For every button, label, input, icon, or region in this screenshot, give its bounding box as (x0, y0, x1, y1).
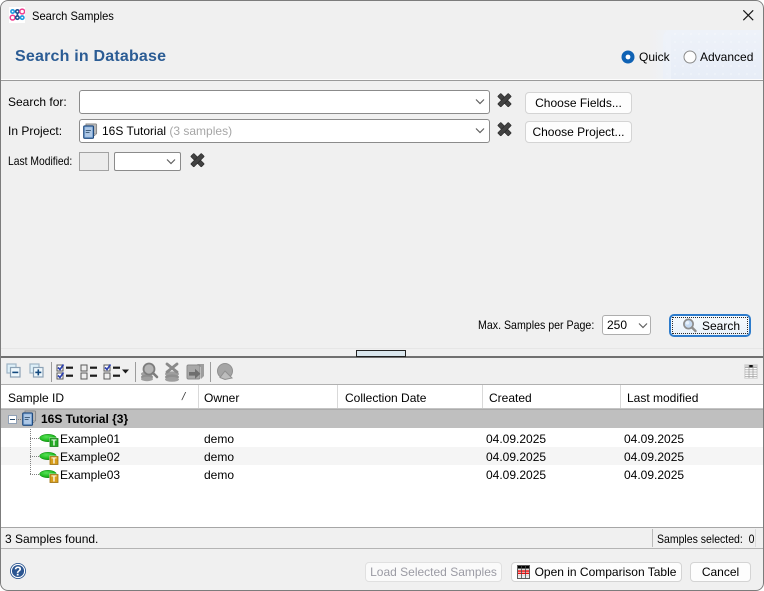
svg-text:T: T (51, 473, 57, 483)
svg-text:T: T (51, 437, 57, 447)
svg-text:?: ? (14, 565, 22, 579)
svg-text:T: T (51, 455, 57, 465)
